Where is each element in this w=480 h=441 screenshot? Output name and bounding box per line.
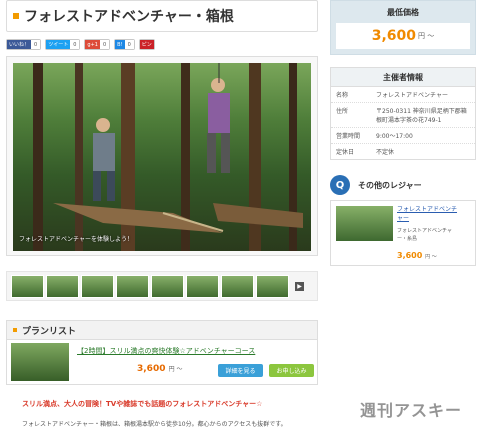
organizer-key: 営業時間	[336, 133, 361, 140]
share-count: 0	[31, 40, 41, 49]
plan-list-heading: プランリスト	[6, 320, 318, 340]
leisure-card: フォレストアドベンチ ャー フォレストアドベンチャ ー・糸島 3,600 円 ～	[330, 200, 476, 266]
apply-button[interactable]: お申し込み	[269, 364, 314, 377]
publisher-watermark: 週刊アスキー	[360, 401, 463, 420]
plan-list-title: プランリスト	[22, 326, 77, 337]
facebook-like-button[interactable]: いいね！ 0	[6, 39, 42, 50]
plan-price-value: 3,600	[137, 364, 166, 374]
hatena-bookmark-button[interactable]: B! 0	[114, 39, 135, 50]
thumbnail[interactable]	[256, 274, 289, 298]
leisure-name-link[interactable]: フォレストアドベンチ ャー	[397, 205, 457, 223]
thumbnail[interactable]	[186, 274, 219, 298]
organizer-row: 営業時間 9:00～17:00	[331, 128, 475, 144]
lowest-price-value: 3,600	[371, 28, 417, 44]
plan-price-unit: 円 ～	[168, 366, 183, 373]
share-count: 0	[70, 40, 80, 49]
google-plus-button[interactable]: g+1 0	[84, 39, 111, 50]
photo-caption: フォレストアドベンチャーを体験しよう！	[19, 236, 133, 243]
leisure-price-unit: 円 ～	[425, 254, 437, 260]
side-column: 最低価格 3,600 円 ～ 主催者情報 名称 フォレストアドベンチャー 住所 …	[330, 0, 476, 266]
organizer-value: 9:00～17:00	[376, 133, 413, 140]
thumbnail[interactable]	[221, 274, 254, 298]
organizer-key: 住所	[336, 108, 349, 115]
heading-marker	[13, 328, 17, 332]
organizer-info: 主催者情報 名称 フォレストアドベンチャー 住所 〒250-0311 神奈川県足…	[330, 67, 476, 160]
search-icon: Q	[330, 175, 350, 195]
other-leisure-title: その他のレジャー	[358, 180, 422, 190]
organizer-heading: 主催者情報	[331, 68, 475, 87]
share-count: 0	[99, 40, 110, 49]
organizer-row: 定休日 不定休	[331, 144, 475, 159]
facebook-icon: いいね！	[7, 40, 32, 49]
share-count: 0	[124, 40, 134, 49]
main-column: フォレストアドベンチャー・箱根 いいね！ 0 ツイート 0 g+1 0 B! 0…	[6, 0, 318, 256]
view-detail-button[interactable]: 詳細を見る	[218, 364, 263, 377]
organizer-value: 不定休	[376, 149, 395, 156]
page-title: フォレストアドベンチャー・箱根	[24, 9, 234, 25]
thumbnail-strip: ▶	[6, 271, 318, 301]
title-marker	[13, 13, 19, 19]
promo-headline: スリル満点、大人の冒険！TVや雑誌でも話題のフォレストアドベンチャー☆	[22, 400, 263, 408]
promo-text: フォレストアドベンチャー・箱根は、箱根湯本駅から徒歩10分。都心からのアクセスも…	[22, 421, 287, 428]
lowest-price-panel: 3,600 円 ～	[336, 23, 470, 49]
organizer-key: 定休日	[336, 149, 355, 156]
organizer-key: 名称	[336, 92, 349, 99]
organizer-value: フォレストアドベンチャー	[376, 92, 448, 99]
main-photo[interactable]: フォレストアドベンチャーを体験しよう！	[13, 63, 311, 251]
forest-adventure-photo	[33, 63, 303, 251]
thumbnail[interactable]	[116, 274, 149, 298]
plan-item: 【2時間】スリル満点の爽快体験☆アドベンチャーコース 3,600 円 ～ 詳細を…	[6, 340, 318, 385]
leisure-thumbnail[interactable]	[336, 206, 393, 241]
other-leisure-heading: Q その他のレジャー	[330, 174, 476, 196]
leisure-subtitle-line: ー・糸島	[397, 236, 418, 242]
google-plus-icon: g+1	[85, 40, 100, 49]
organizer-row: 住所 〒250-0311 神奈川県足柄下郡箱根町湯本字茶の花749-1	[331, 103, 475, 128]
next-arrow-icon[interactable]: ▶	[295, 281, 304, 291]
plan-name-link[interactable]: 【2時間】スリル満点の爽快体験☆アドベンチャーコース	[77, 346, 255, 356]
lowest-price-label: 最低価格	[387, 8, 419, 17]
thumbnail[interactable]	[11, 274, 44, 298]
leisure-subtitle: フォレストアドベンチャ ー・糸島	[397, 227, 452, 243]
leisure-price-value: 3,600	[397, 251, 423, 260]
organizer-value: 〒250-0311 神奈川県足柄下郡箱根町湯本字茶の花749-1	[376, 108, 467, 124]
lowest-price-box: 最低価格 3,600 円 ～	[330, 0, 476, 55]
leisure-subtitle-line: フォレストアドベンチャ	[397, 228, 452, 234]
twitter-icon: ツイート	[46, 40, 71, 49]
leisure-price: 3,600 円 ～	[397, 251, 437, 260]
thumbnail[interactable]	[81, 274, 114, 298]
thumbnail[interactable]	[151, 274, 184, 298]
leisure-name-line: フォレストアドベンチ	[397, 206, 458, 213]
leisure-name-line: ャー	[397, 215, 410, 222]
hatena-icon: B!	[115, 40, 125, 49]
pinterest-icon: ピン	[139, 40, 154, 49]
plan-price: 3,600 円 ～	[137, 364, 183, 374]
tweet-button[interactable]: ツイート 0	[45, 39, 81, 50]
plan-thumbnail[interactable]	[11, 343, 69, 381]
photo-gallery: フォレストアドベンチャーを体験しよう！	[6, 56, 318, 256]
page-title-bar: フォレストアドベンチャー・箱根	[6, 0, 318, 32]
share-bar: いいね！ 0 ツイート 0 g+1 0 B! 0 ピン	[6, 38, 318, 51]
pinterest-button[interactable]: ピン	[138, 39, 155, 50]
thumbnail[interactable]	[46, 274, 79, 298]
lowest-price-unit: 円 ～	[418, 32, 435, 40]
organizer-row: 名称 フォレストアドベンチャー	[331, 87, 475, 103]
